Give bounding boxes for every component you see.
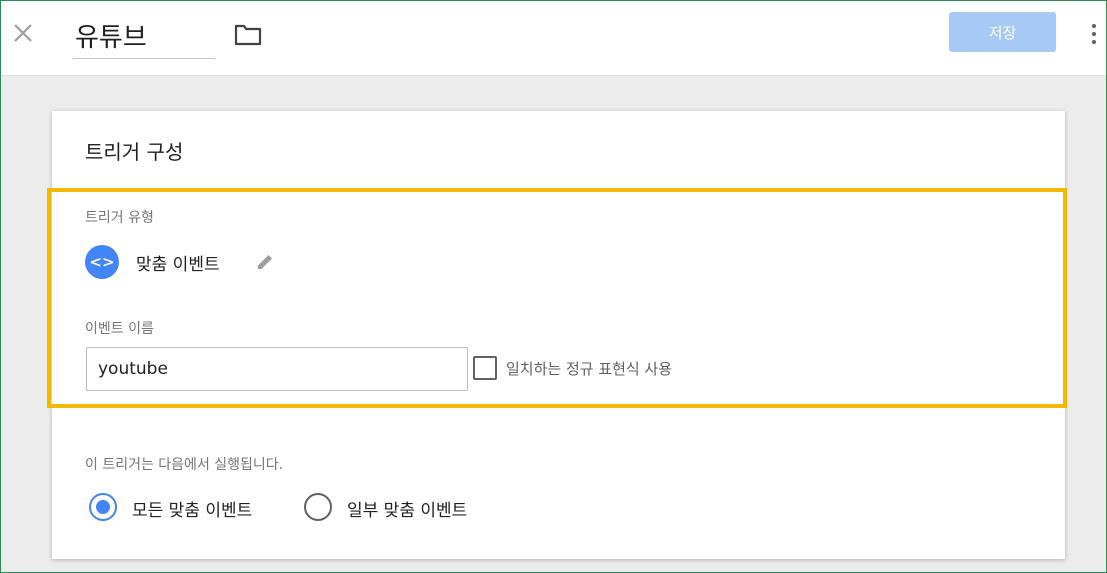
pencil-icon	[258, 255, 272, 269]
regex-checkbox[interactable]	[473, 356, 497, 380]
custom-event-icon: <>	[85, 245, 119, 279]
save-button[interactable]: 저장	[949, 12, 1056, 52]
folder-icon	[234, 24, 262, 46]
close-button[interactable]	[9, 19, 37, 47]
regex-checkbox-label: 일치하는 정규 표현식 사용	[506, 360, 673, 378]
section-title: 트리거 구성	[85, 140, 184, 164]
trigger-type-name[interactable]: 맞춤 이벤트	[136, 250, 220, 275]
event-name-label: 이벤트 이름	[85, 321, 154, 337]
trigger-config-card: 트리거 구성 트리거 유형 <> 맞춤 이벤트 이벤트 이름 일치하는 정규 표…	[47, 111, 1067, 559]
edit-button[interactable]	[254, 251, 276, 273]
event-name-input[interactable]	[86, 347, 468, 391]
radio-some-events-label[interactable]: 일부 맞춤 이벤트	[347, 496, 467, 521]
more-vert-icon[interactable]	[1085, 19, 1103, 49]
page-title: 유튜브	[75, 23, 147, 53]
folder-button[interactable]	[233, 21, 263, 47]
trigger-type-label: 트리거 유형	[85, 210, 154, 226]
close-icon	[14, 24, 32, 42]
radio-all-events[interactable]	[89, 493, 117, 521]
title-field[interactable]: 유튜브	[73, 11, 215, 59]
top-bar: 유튜브 저장	[1, 1, 1106, 76]
radio-some-events[interactable]	[304, 493, 332, 521]
radio-all-events-label[interactable]: 모든 맞춤 이벤트	[132, 496, 252, 521]
fires-on-label: 이 트리거는 다음에서 실행됩니다.	[85, 457, 284, 473]
